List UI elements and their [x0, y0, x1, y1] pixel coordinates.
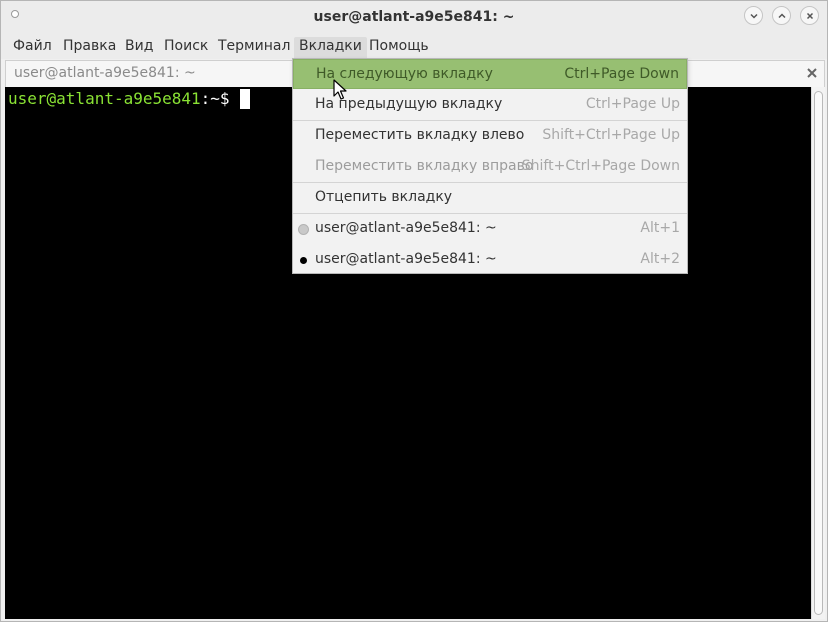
menu-help[interactable]: Помощь: [364, 37, 434, 59]
window-title: user@atlant-a9e5e841: ~: [313, 9, 515, 25]
menu-move-tab-right: Переместить вкладку вправо Shift+Ctrl+Pa…: [293, 152, 687, 182]
scrollbar-thumb[interactable]: [814, 91, 823, 615]
menu-item-shortcut: Ctrl+Page Down: [564, 66, 679, 82]
tabs-menu-dropdown: На следующую вкладку Ctrl+Page Down На п…: [292, 58, 688, 274]
menu-item-label: Отцепить вкладку: [315, 189, 453, 205]
chevron-down-icon: [749, 13, 758, 19]
menu-terminal[interactable]: Терминал: [213, 37, 295, 59]
menu-move-tab-left[interactable]: Переместить вкладку влево Shift+Ctrl+Pag…: [293, 121, 687, 151]
menu-item-label: user@atlant-a9e5e841: ~: [315, 251, 497, 267]
terminal-scrollbar[interactable]: [811, 87, 825, 619]
menu-next-tab[interactable]: На следующую вкладку Ctrl+Page Down: [293, 59, 687, 89]
radio-selected-icon: [300, 257, 307, 264]
tab-title[interactable]: user@atlant-a9e5e841: ~: [14, 65, 196, 81]
maximize-button[interactable]: [772, 6, 791, 25]
shell-prompt: user@atlant-a9e5e841:~$: [8, 89, 250, 109]
title-bar[interactable]: user@atlant-a9e5e841: ~: [1, 1, 827, 34]
menu-edit[interactable]: Правка: [58, 37, 121, 59]
text-cursor: [239, 89, 250, 109]
menu-detach-tab[interactable]: Отцепить вкладку: [293, 183, 687, 213]
menu-item-shortcut: Ctrl+Page Up: [585, 96, 680, 112]
prompt-user-host: user@atlant-a9e5e841: [8, 89, 201, 108]
menu-file[interactable]: Файл: [8, 37, 57, 59]
menu-tabs[interactable]: Вкладки: [294, 37, 367, 59]
menu-previous-tab[interactable]: На предыдущую вкладку Ctrl+Page Up: [293, 90, 687, 120]
menu-tab-1[interactable]: user@atlant-a9e5e841: ~ Alt+1: [293, 214, 687, 244]
menu-search[interactable]: Поиск: [159, 37, 213, 59]
minimize-button[interactable]: [744, 6, 763, 25]
menu-bar: Файл Правка Вид Поиск Терминал Вкладки П…: [1, 34, 827, 59]
menu-tab-2[interactable]: user@atlant-a9e5e841: ~ Alt+2: [293, 245, 687, 275]
menu-item-shortcut: Alt+2: [640, 251, 680, 267]
prompt-path: :~$: [200, 89, 230, 108]
menu-item-label: user@atlant-a9e5e841: ~: [315, 220, 497, 236]
menu-item-label: Переместить вкладку вправо: [315, 158, 534, 174]
menu-item-label: Переместить вкладку влево: [315, 127, 525, 143]
menu-item-shortcut: Shift+Ctrl+Page Down: [521, 158, 680, 174]
menu-item-shortcut: Alt+1: [640, 220, 680, 236]
chevron-up-icon: [777, 12, 786, 18]
mouse-pointer-icon: [333, 79, 347, 100]
tab-close-icon[interactable]: [806, 67, 818, 79]
close-window-button[interactable]: [800, 6, 819, 25]
close-icon: [806, 12, 813, 19]
menu-view[interactable]: Вид: [120, 37, 158, 59]
menu-item-shortcut: Shift+Ctrl+Page Up: [542, 127, 680, 143]
radio-unselected-icon: [298, 224, 309, 235]
